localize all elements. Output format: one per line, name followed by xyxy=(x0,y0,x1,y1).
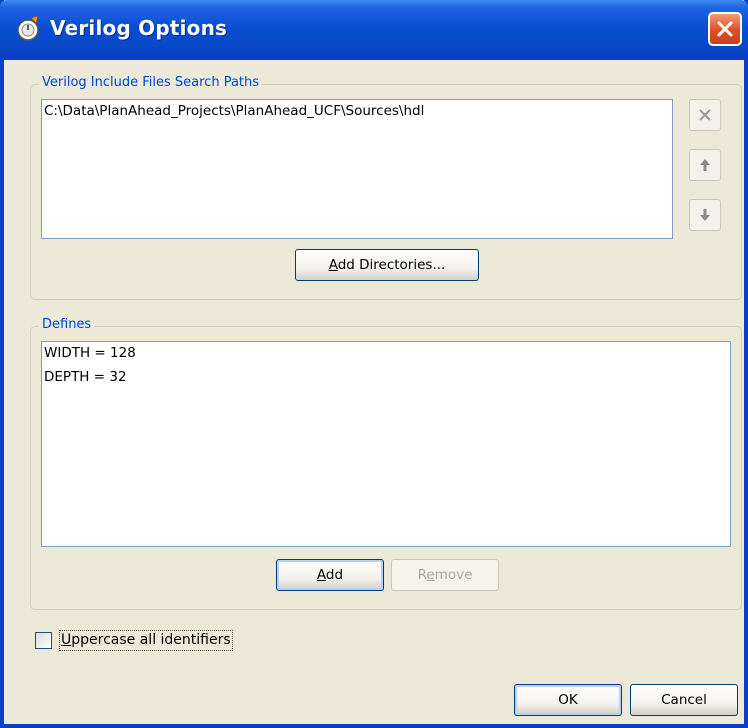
ok-button[interactable]: OK xyxy=(514,684,622,716)
list-item[interactable]: DEPTH = 32 xyxy=(42,366,730,390)
arrow-up-icon xyxy=(700,159,710,171)
include-paths-legend: Verilog Include Files Search Paths xyxy=(39,75,263,90)
list-item[interactable]: WIDTH = 128 xyxy=(42,342,730,366)
add-directories-button[interactable]: Add Directories... xyxy=(295,249,479,281)
add-define-button[interactable]: Add xyxy=(276,559,384,591)
uppercase-label[interactable]: Uppercase all identifiers xyxy=(59,630,233,651)
button-mnemonic: A xyxy=(316,567,326,583)
remove-path-button[interactable] xyxy=(689,99,721,131)
cancel-button[interactable]: Cancel xyxy=(630,684,738,716)
button-label-post: dd Directories... xyxy=(337,257,446,273)
move-down-button[interactable] xyxy=(689,199,721,231)
dialog-window: Verilog Options Verilog Include Files Se… xyxy=(0,0,748,728)
list-item[interactable]: C:\Data\PlanAhead_Projects\PlanAhead_UCF… xyxy=(42,100,672,124)
defines-group: Defines WIDTH = 128 DEPTH = 32 Add Remov… xyxy=(30,317,742,610)
button-mnemonic: e xyxy=(426,567,435,583)
defines-list[interactable]: WIDTH = 128 DEPTH = 32 xyxy=(41,341,731,547)
button-mnemonic: A xyxy=(328,257,338,273)
checkbox-label-post: ppercase all identifiers xyxy=(71,632,231,648)
move-up-button[interactable] xyxy=(689,149,721,181)
window-title: Verilog Options xyxy=(50,16,228,40)
uppercase-checkbox[interactable] xyxy=(35,632,52,649)
remove-define-button[interactable]: Remove xyxy=(391,559,499,591)
include-paths-group: Verilog Include Files Search Paths C:\Da… xyxy=(30,75,742,300)
checkbox-mnemonic: U xyxy=(61,632,72,648)
arrow-down-icon xyxy=(700,209,710,221)
button-label-post: dd xyxy=(325,567,344,583)
defines-legend: Defines xyxy=(39,317,95,332)
title-bar[interactable]: Verilog Options xyxy=(0,0,748,60)
close-icon xyxy=(717,21,733,37)
close-icon xyxy=(699,109,711,121)
include-paths-list[interactable]: C:\Data\PlanAhead_Projects\PlanAhead_UCF… xyxy=(41,99,673,239)
close-button[interactable] xyxy=(708,12,742,46)
app-icon xyxy=(17,15,39,41)
button-label-post: move xyxy=(434,567,473,583)
